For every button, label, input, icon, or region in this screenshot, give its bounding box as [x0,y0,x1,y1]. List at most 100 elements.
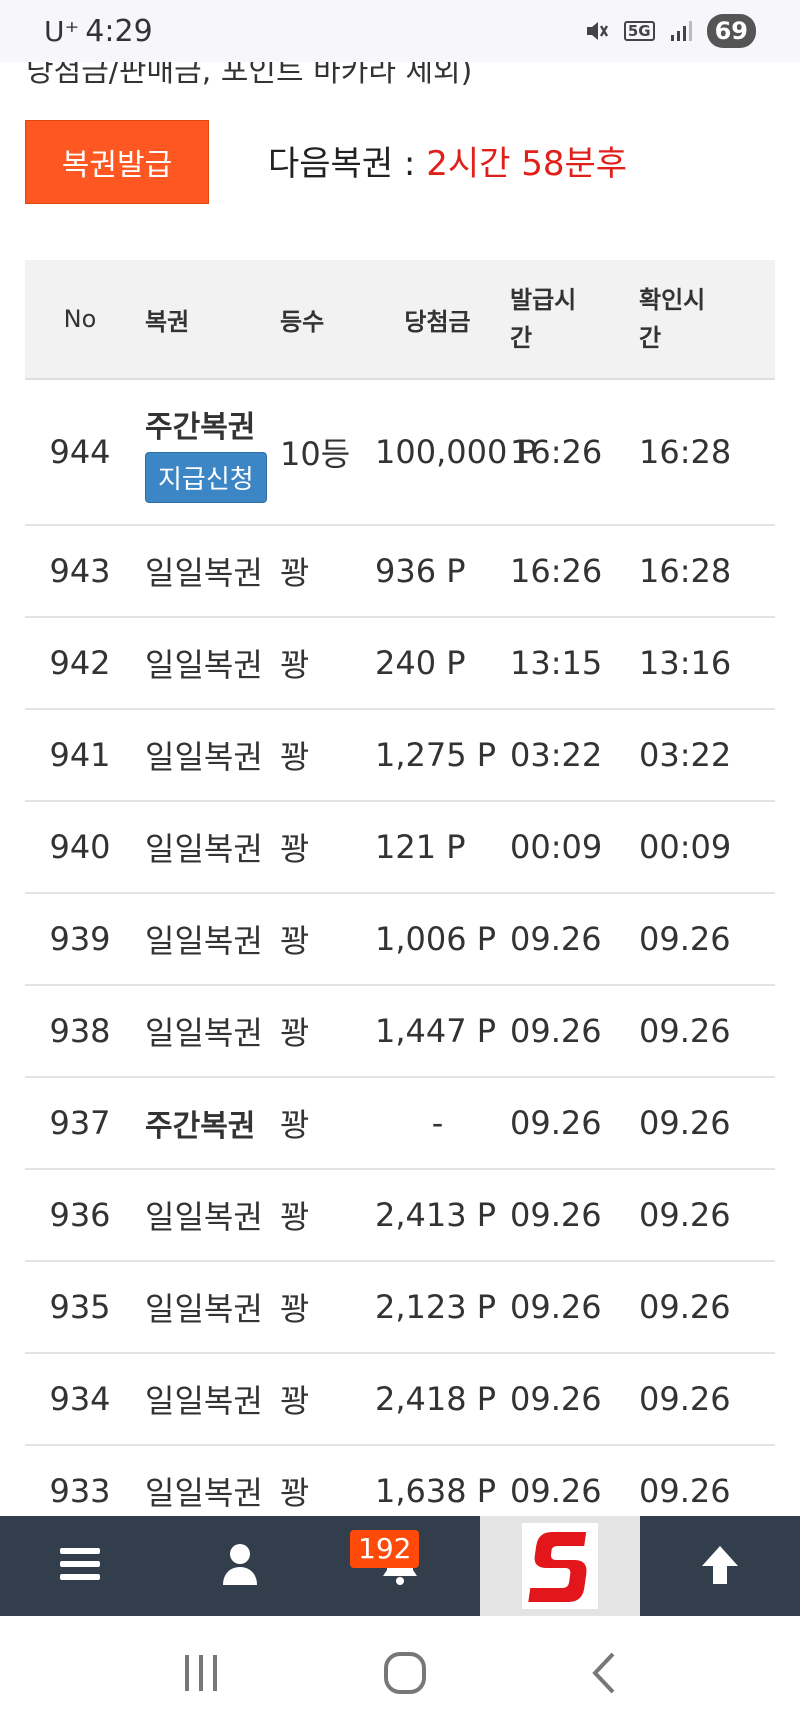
row-check-time: 09.26 [639,1380,731,1418]
row-prize: 1,638 P [375,1472,497,1510]
row-type: 일일복권 [145,1014,263,1052]
table-row: 939 일일복권 꽝 1,006 P 09.26 09.26 [25,894,775,986]
row-issue-time: 16:26 [510,433,603,471]
row-prize: 2,418 P [375,1380,497,1418]
row-type: 일일복권 [145,922,263,960]
recent-apps-icon[interactable] [181,1653,221,1697]
menu-button[interactable] [0,1516,160,1616]
row-issue-time: 09.26 [510,1012,602,1050]
status-bar: U⁺ 4:29 5G 69 [0,0,800,62]
row-prize: 2,413 P [375,1196,497,1234]
row-rank: 꽝 [280,1290,310,1328]
menu-icon [58,1545,102,1587]
table-header: No 복권 등수 당첨금 발급시 간 확인시 간 [25,260,775,380]
row-no: 940 [49,828,111,866]
site-logo-button[interactable] [480,1516,640,1616]
row-check-time: 09.26 [639,1012,731,1050]
row-prize: 100,000 P [375,433,537,471]
row-rank: 꽝 [280,1382,310,1420]
row-type: 일일복권 [145,1474,263,1512]
row-issue-time: 09.26 [510,1196,602,1234]
row-check-time: 09.26 [639,1472,731,1510]
table-row: 943 일일복권 꽝 936 P 16:26 16:28 [25,526,775,618]
row-rank: 꽝 [280,1474,310,1512]
row-no: 944 [49,433,111,471]
arrow-up-icon [698,1542,742,1590]
scroll-top-button[interactable] [640,1516,800,1616]
row-check-time: 16:28 [639,433,732,471]
home-icon[interactable] [383,1651,427,1699]
row-issue-time: 09.26 [510,1104,602,1142]
notification-count-badge: 192 [350,1530,420,1568]
row-no: 941 [49,736,111,774]
main-content: 당첨금/판매금, 포인트 바카라 제외) 복권발급 다음복권 : 2시간 58분… [0,62,800,1516]
header-issue-time: 발급시 간 [510,286,577,352]
row-prize: 2,123 P [375,1288,497,1326]
row-prize: 1,006 P [375,920,497,958]
table-row: 944 주간복권 지급신청 10등 100,000 P 16:26 16:28 [25,380,775,526]
row-rank: 꽝 [280,1198,310,1236]
row-type: 일일복권 [145,830,263,868]
row-no: 937 [49,1104,111,1142]
row-issue-time: 09.26 [510,1472,602,1510]
carrier-label: U⁺ [44,14,80,48]
signal-icon [669,19,693,43]
row-issue-time: 00:09 [510,828,603,866]
row-rank: 꽝 [280,1014,310,1052]
notification-button[interactable]: 192 [320,1516,480,1616]
row-no: 939 [49,920,111,958]
notice-text: 당첨금/판매금, 포인트 바카라 제외) [26,62,473,89]
row-check-time: 16:28 [639,552,732,590]
lottery-history-table: No 복권 등수 당첨금 발급시 간 확인시 간 944 주간복권 지급신청 1… [25,260,775,1516]
battery-icon: 69 [706,14,756,48]
row-rank: 꽝 [280,1106,310,1144]
row-check-time: 13:16 [639,644,732,682]
table-row: 940 일일복권 꽝 121 P 00:09 00:09 [25,802,775,894]
row-type: 일일복권 [145,1198,263,1236]
system-navigation-bar [0,1616,800,1734]
row-no: 934 [49,1380,111,1418]
bottom-nav: 192 [0,1516,800,1616]
row-type: 일일복권 [145,646,263,684]
row-no: 935 [49,1288,111,1326]
row-issue-time: 09.26 [510,920,602,958]
user-button[interactable] [160,1516,320,1616]
issue-lottery-button[interactable]: 복권발급 [25,120,209,204]
claim-payout-button[interactable]: 지급신청 [145,451,267,503]
header-check-time: 확인시 간 [639,286,706,352]
next-lottery-countdown: 2시간 58분후 [426,144,628,184]
row-type: 주간복권 [145,1109,256,1144]
row-issue-time: 09.26 [510,1380,602,1418]
row-rank: 꽝 [280,738,310,776]
table-row: 942 일일복권 꽝 240 P 13:15 13:16 [25,618,775,710]
next-lottery-info: 다음복권 : 2시간 58분후 [268,136,627,185]
row-check-time: 09.26 [639,1196,731,1234]
table-row: 938 일일복권 꽝 1,447 P 09.26 09.26 [25,986,775,1078]
row-check-time: 03:22 [639,736,732,774]
row-no: 943 [49,552,111,590]
row-check-time: 09.26 [639,920,731,958]
row-no: 936 [49,1196,111,1234]
table-row: 935 일일복권 꽝 2,123 P 09.26 09.26 [25,1262,775,1354]
site-logo [522,1523,598,1609]
back-icon[interactable] [589,1651,619,1699]
table-row: 941 일일복권 꽝 1,275 P 03:22 03:22 [25,710,775,802]
row-type-cell: 주간복권 지급신청 [135,402,270,503]
row-issue-time: 13:15 [510,644,603,682]
header-prize: 당첨금 [404,307,471,336]
table-row: 937 주간복권 꽝 - 09.26 09.26 [25,1078,775,1170]
header-type: 복권 [145,307,190,336]
table-row: 936 일일복권 꽝 2,413 P 09.26 09.26 [25,1170,775,1262]
user-icon [221,1543,259,1589]
row-prize: 121 P [375,828,466,866]
row-type: 일일복권 [145,738,263,776]
row-prize: 240 P [375,644,466,682]
row-issue-time: 16:26 [510,552,603,590]
network-5g-icon: 5G [623,21,655,41]
row-rank: 꽝 [280,830,310,868]
row-check-time: 09.26 [639,1104,731,1142]
header-rank: 등수 [280,307,325,336]
table-row: 933 일일복권 꽝 1,638 P 09.26 09.26 [25,1446,775,1516]
row-no: 942 [49,644,111,682]
row-no: 938 [49,1012,111,1050]
